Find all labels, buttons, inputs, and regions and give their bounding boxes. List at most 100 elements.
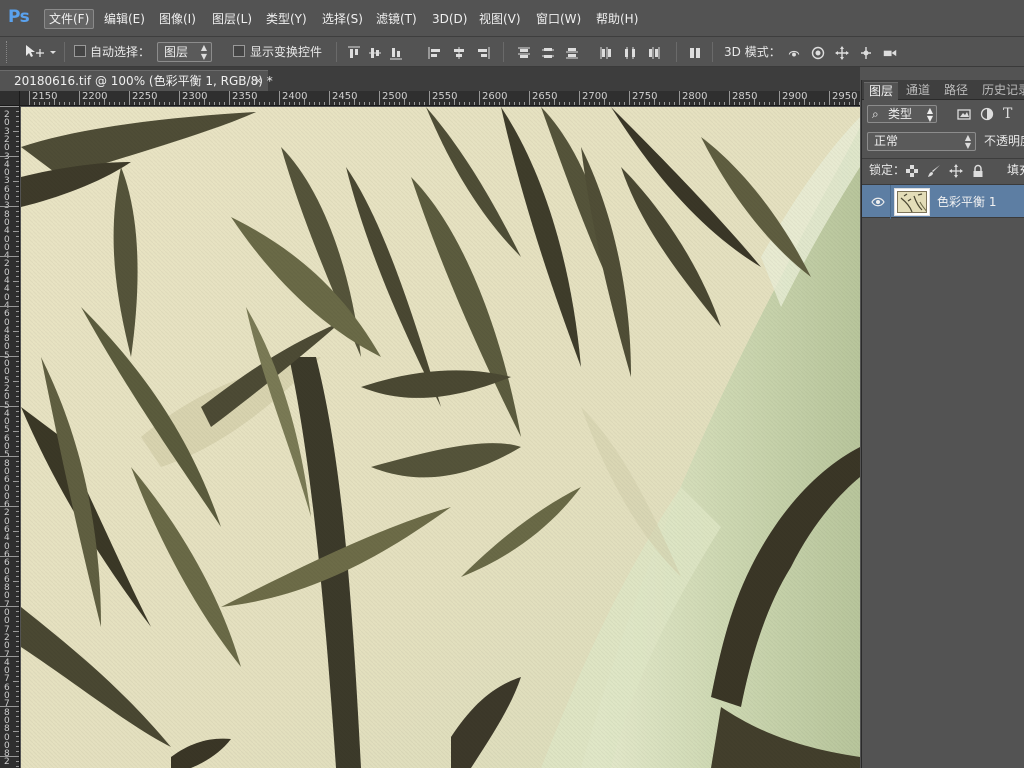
layer-thumbnail[interactable] [894, 188, 930, 216]
search-icon: ⌕ [872, 107, 879, 121]
3d-pan-icon[interactable] [835, 46, 849, 60]
ruler-origin[interactable] [0, 91, 20, 106]
ruler-tick [16, 146, 19, 147]
tab-paths[interactable]: 路径 [944, 82, 968, 100]
ruler-minor-tick [754, 99, 755, 105]
ruler-tick [16, 641, 19, 642]
ruler-minor-tick [749, 102, 750, 105]
document-tab[interactable]: 20180616.tif @ 100% (色彩平衡 1, RGB/8) * × [0, 70, 273, 91]
auto-select-checkbox[interactable] [74, 45, 86, 57]
ruler-tick [0, 156, 19, 157]
image-filter-icon[interactable] [957, 107, 971, 121]
ruler-tick [16, 441, 19, 442]
menu-window[interactable]: 窗口(W) [532, 9, 585, 29]
distribute-bottom-icon[interactable] [565, 46, 579, 60]
3d-scale-icon[interactable] [883, 46, 901, 60]
separator [336, 42, 337, 62]
menu-file[interactable]: 文件(F) [44, 9, 95, 29]
ruler-tick [13, 231, 19, 232]
ruler-tick [16, 411, 19, 412]
blend-mode-dropdown[interactable]: 正常 ▲ ▼ [867, 132, 976, 151]
tab-layers[interactable]: 图层 [864, 82, 899, 100]
ruler-tick [0, 456, 19, 457]
distribute-vcenter-icon[interactable] [541, 46, 555, 60]
ruler-tick [16, 611, 19, 612]
lock-move-icon[interactable] [949, 164, 963, 178]
adjust-filter-icon[interactable] [980, 107, 994, 121]
distribute-right-icon[interactable] [647, 46, 661, 60]
menu-help[interactable]: 帮助(H) [592, 9, 642, 29]
close-icon[interactable]: × [254, 73, 263, 89]
ruler-minor-tick [624, 102, 625, 105]
menu-edit[interactable]: 编辑(E) [100, 9, 149, 29]
lock-all-icon[interactable] [971, 164, 985, 178]
ruler-minor-tick [544, 102, 545, 105]
ruler-tick [16, 626, 19, 627]
ruler-major-tick [179, 91, 180, 105]
ruler-tick [16, 501, 19, 502]
align-left-icon[interactable] [428, 46, 442, 60]
menu-layer[interactable]: 图层(L) [208, 9, 256, 29]
auto-align-icon[interactable] [688, 46, 702, 60]
menu-3d[interactable]: 3D(D) [428, 9, 471, 29]
distribute-hcenter-icon[interactable] [623, 46, 637, 60]
ruler-tick [16, 496, 19, 497]
menu-type[interactable]: 类型(Y) [262, 9, 311, 29]
ruler-minor-tick [319, 102, 320, 105]
ruler-minor-tick [859, 102, 860, 105]
photoshop-window: Ps 文件(F) 编辑(E) 图像(I) 图层(L) 类型(Y) 选择(S) 滤… [0, 0, 1024, 768]
ruler-tick [16, 661, 19, 662]
menu-image[interactable]: 图像(I) [155, 9, 200, 29]
distribute-top-icon[interactable] [517, 46, 531, 60]
eye-icon[interactable] [871, 196, 885, 208]
updown-arrow-icon: ▲ ▼ [964, 133, 971, 150]
options-grip [6, 41, 9, 63]
align-bottom-icon[interactable] [389, 46, 403, 60]
lock-transparent-pixels-icon[interactable] [905, 164, 919, 178]
ruler-tick [16, 541, 19, 542]
ruler-minor-tick [714, 102, 715, 105]
ruler-tick [16, 471, 19, 472]
menu-select[interactable]: 选择(S) [318, 9, 367, 29]
3d-rotate-icon[interactable] [787, 46, 805, 60]
layer-name[interactable]: 色彩平衡 1 [937, 194, 996, 210]
tab-history[interactable]: 历史记录 [982, 82, 1024, 100]
auto-select-target-dropdown[interactable]: 图层 ▲ ▼ [157, 42, 212, 62]
ruler-minor-tick [309, 102, 310, 105]
menu-view[interactable]: 视图(V) [475, 9, 525, 29]
3d-slide-icon[interactable] [859, 46, 873, 60]
show-transform-checkbox[interactable] [233, 45, 245, 57]
lock-brush-icon[interactable] [927, 164, 941, 178]
document-tab-bar: 20180616.tif @ 100% (色彩平衡 1, RGB/8) * × [0, 67, 860, 91]
distribute-left-icon[interactable] [599, 46, 613, 60]
align-vcenter-icon[interactable] [368, 46, 382, 60]
3d-roll-icon[interactable] [811, 46, 825, 60]
ruler-vertical[interactable]: 2032034036038040042044046048050052054056… [0, 106, 20, 768]
align-hcenter-icon[interactable] [452, 46, 466, 60]
ruler-minor-tick [374, 102, 375, 105]
ruler-tick [16, 341, 19, 342]
ruler-minor-tick [584, 102, 585, 105]
ruler-minor-tick [849, 102, 850, 105]
ruler-horizontal[interactable]: 2150 2200 2250 2300 2350 2400 2450 2500 2550 2600… [20, 91, 860, 106]
ruler-minor-tick [704, 99, 705, 105]
align-top-icon[interactable] [347, 46, 361, 60]
ruler-minor-tick [44, 102, 45, 105]
ruler-minor-tick [49, 102, 50, 105]
document-canvas[interactable] [21, 107, 860, 768]
text-filter-icon[interactable]: T [1003, 107, 1017, 121]
tab-channels[interactable]: 通道 [906, 82, 930, 100]
align-right-icon[interactable] [476, 46, 490, 60]
ruler-minor-tick [674, 102, 675, 105]
ruler-tick [0, 306, 19, 307]
layer-filter-dropdown[interactable]: ⌕ 类型 ▲ ▼ [867, 105, 937, 123]
ruler-major-tick [629, 91, 630, 105]
move-tool-icon[interactable] [24, 44, 56, 60]
ruler-minor-tick [134, 102, 135, 105]
layer-row[interactable]: 色彩平衡 1 [862, 184, 1024, 219]
ruler-minor-tick [774, 102, 775, 105]
document-tab-title: 20180616.tif @ 100% (色彩平衡 1, RGB/8) * [14, 74, 273, 88]
menu-filter[interactable]: 滤镜(T) [372, 9, 421, 29]
ruler-minor-tick [359, 102, 360, 105]
separator [503, 42, 504, 62]
